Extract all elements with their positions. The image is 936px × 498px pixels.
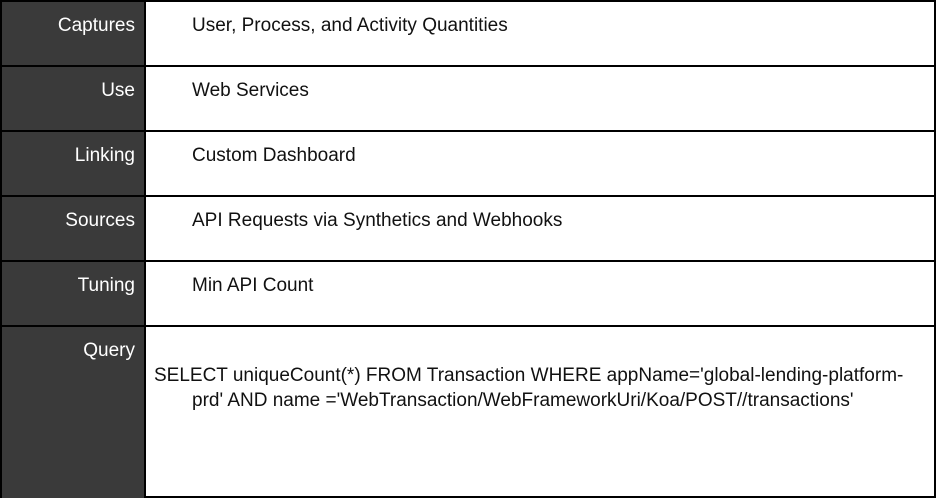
- row-value-use: Web Services: [192, 80, 309, 101]
- nrql-query-text: SELECT uniqueCount(*) FROM Transaction W…: [154, 365, 904, 411]
- row-label-sources: Sources: [2, 197, 146, 260]
- row-value-linking: Custom Dashboard: [192, 145, 356, 166]
- table-row: Tuning Min API Count: [2, 262, 934, 327]
- row-label-tuning: Tuning: [2, 262, 146, 325]
- table-row: Sources API Requests via Synthetics and …: [2, 197, 934, 262]
- definition-table: Captures User, Process, and Activity Qua…: [0, 0, 936, 498]
- row-label-query: Query: [2, 327, 146, 498]
- table-row: Use Web Services: [2, 67, 934, 132]
- row-label-captures: Captures: [2, 2, 146, 65]
- row-label-linking: Linking: [2, 132, 146, 195]
- table-row: Query SELECT uniqueCount(*) FROM Transac…: [2, 327, 934, 498]
- row-value-query: SELECT uniqueCount(*) FROM Transaction W…: [146, 327, 934, 498]
- row-value-sources: API Requests via Synthetics and Webhooks: [192, 210, 563, 231]
- row-label-use: Use: [2, 67, 146, 130]
- table-row: Captures User, Process, and Activity Qua…: [2, 2, 934, 67]
- table-row: Linking Custom Dashboard: [2, 132, 934, 197]
- row-value-tuning: Min API Count: [192, 275, 314, 296]
- row-value-captures: User, Process, and Activity Quantities: [192, 15, 508, 36]
